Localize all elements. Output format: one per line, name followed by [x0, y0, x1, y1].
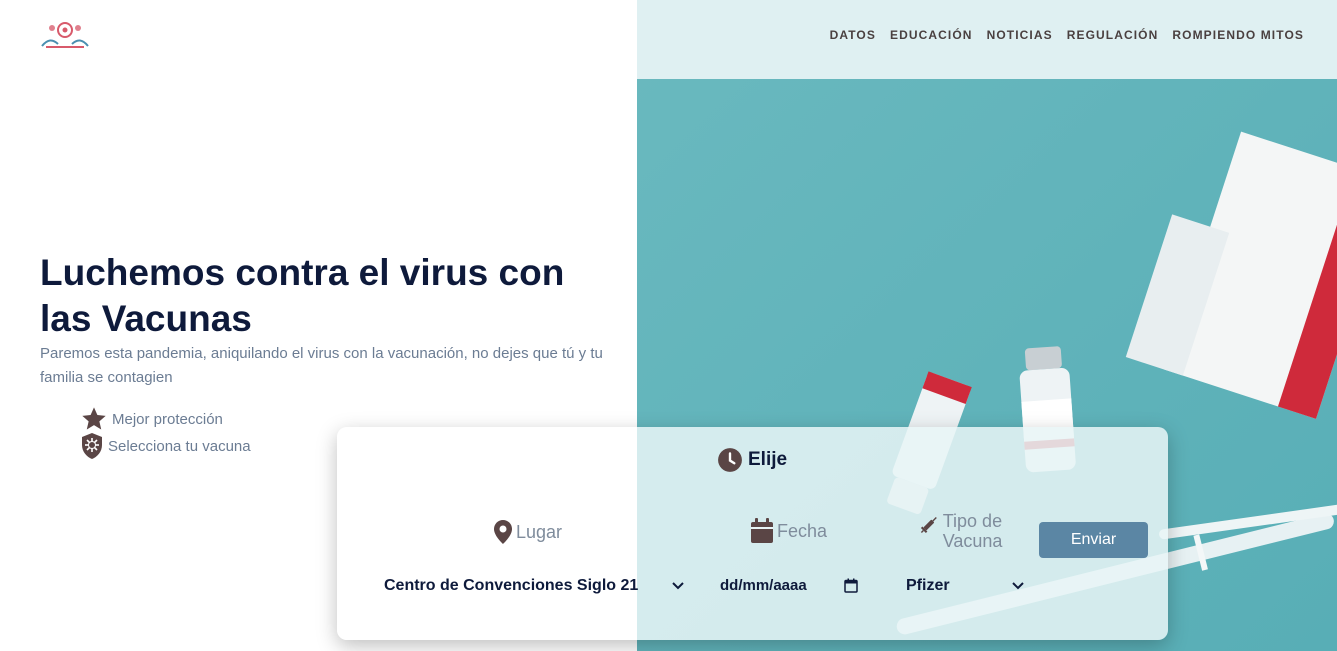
chevron-down-icon	[1012, 582, 1024, 590]
vaccine-booking-card: Elije Lugar Fecha Tipo de Vacuna Enviar	[337, 427, 1168, 640]
fecha-label: Fecha	[750, 518, 827, 544]
tipo-vacuna-label: Tipo de Vacuna	[920, 511, 1030, 551]
calendar-icon	[751, 518, 773, 543]
nav-item-rompiendo-mitos[interactable]: ROMPIENDO MITOS	[1172, 28, 1304, 42]
calendar-picker-icon[interactable]	[844, 578, 858, 593]
lugar-label-text: Lugar	[516, 521, 563, 542]
fecha-placeholder: dd/mm/aaaa	[720, 577, 807, 594]
nav-item-datos[interactable]: DATOS	[830, 28, 876, 42]
booking-title-text: Elije	[748, 449, 788, 470]
nav-item-educacion[interactable]: EDUCACIÓN	[890, 28, 973, 42]
card-white-half	[337, 427, 637, 640]
map-pin-icon	[494, 520, 512, 544]
feature-mejor-proteccion: Mejor protección	[80, 405, 223, 433]
fecha-date-input[interactable]: dd/mm/aaaa	[720, 577, 858, 594]
feature-label: Mejor protección	[112, 410, 223, 428]
lugar-label: Lugar	[493, 519, 562, 545]
star-icon	[82, 407, 106, 430]
chevron-down-icon	[672, 582, 684, 590]
shield-virus-icon	[82, 433, 102, 459]
brand-logo[interactable]	[38, 16, 92, 52]
syringe-icon	[920, 517, 937, 533]
main-nav: DATOS EDUCACIÓN NOTICIAS REGULACIÓN ROMP…	[830, 28, 1304, 42]
hero-subtitle: Paremos esta pandemia, aniquilando el vi…	[40, 345, 603, 386]
enviar-button[interactable]: Enviar	[1039, 522, 1148, 558]
tipo-vacuna-select[interactable]: Pfizer	[906, 577, 1024, 595]
tipo-vacuna-value: Pfizer	[906, 577, 950, 594]
hero-title: Luchemos contra el virus con las Vacunas	[40, 252, 565, 339]
nav-item-noticias[interactable]: NOTICIAS	[987, 28, 1053, 42]
fecha-label-text: Fecha	[777, 520, 828, 541]
nav-item-regulacion[interactable]: REGULACIÓN	[1067, 28, 1159, 42]
lugar-select-value: Centro de Convenciones Siglo 21	[384, 577, 639, 594]
clock-icon	[718, 448, 742, 472]
booking-title: Elije	[717, 447, 787, 473]
lugar-select[interactable]: Centro de Convenciones Siglo 21	[384, 577, 684, 595]
feature-label: Selecciona tu vacuna	[108, 437, 251, 455]
tipo-vacuna-label-text: Tipo de Vacuna	[942, 511, 1003, 551]
feature-selecciona-vacuna: Selecciona tu vacuna	[80, 432, 251, 460]
